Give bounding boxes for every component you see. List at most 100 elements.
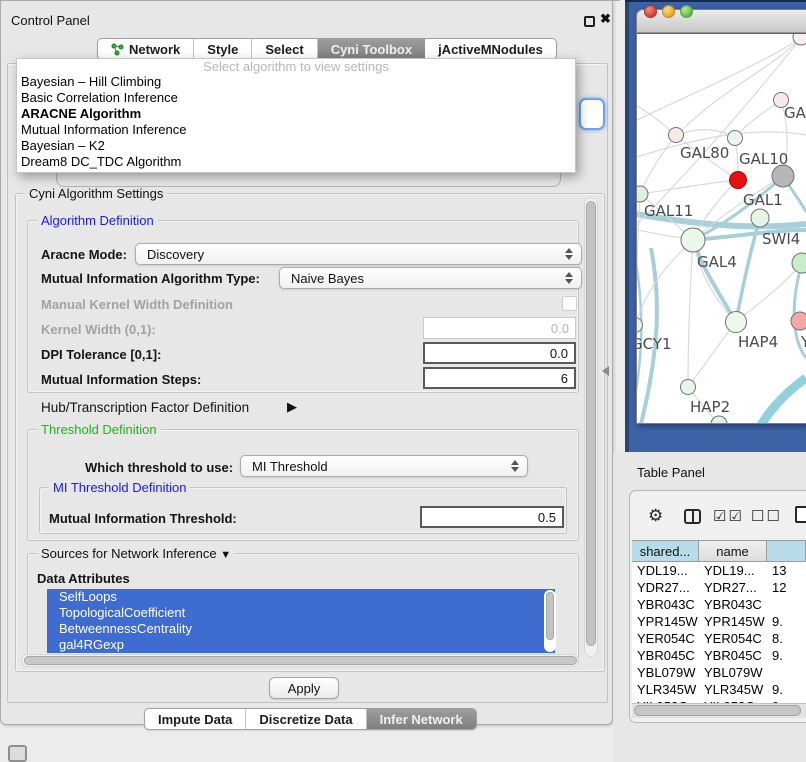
table-row[interactable]: YDR27...YDR27...12 (632, 579, 806, 596)
network-node[interactable] (792, 253, 806, 273)
network-graph (637, 34, 806, 423)
table-cell: 9. (767, 647, 806, 664)
manual-kernel-width-checkbox[interactable] (562, 296, 577, 311)
desktop-edge (625, 0, 806, 2)
attributes-scrollbar-thumb[interactable] (546, 592, 554, 640)
settings-scrollbar-track[interactable] (584, 197, 598, 657)
tab-impute-data[interactable]: Impute Data (145, 709, 246, 729)
network-edge (749, 378, 806, 423)
columns-icon[interactable] (684, 509, 701, 524)
algorithm-option[interactable]: ARACNE Algorithm (17, 106, 575, 122)
kernel-width-field[interactable]: 0.0 (423, 317, 576, 339)
network-node[interactable] (669, 128, 684, 143)
tab-cyni-toolbox[interactable]: Cyni Toolbox (318, 39, 425, 59)
minimized-panel-icon[interactable] (8, 745, 27, 762)
expander-arrow-icon[interactable]: ▶ (287, 399, 297, 415)
document-icon[interactable] (795, 506, 806, 523)
algorithm-option[interactable]: Basic Correlation Inference (17, 90, 575, 106)
tab-style[interactable]: Style (194, 39, 252, 59)
close-traffic-light-icon[interactable] (644, 5, 657, 18)
algorithm-option[interactable]: Mutual Information Inference (17, 122, 575, 138)
apply-button[interactable]: Apply (269, 677, 339, 699)
float-window-icon[interactable] (584, 16, 595, 27)
zoom-traffic-light-icon[interactable] (680, 5, 693, 18)
algorithm-option[interactable]: Bayesian – K2 (17, 138, 575, 154)
settings-hscrollbar-track[interactable] (21, 654, 579, 667)
hub-definition-expander-label[interactable]: Hub/Transcription Factor Definition (41, 400, 249, 415)
settings-hscrollbar-thumb[interactable] (24, 656, 577, 665)
inference-algorithm-combobox-fragment[interactable] (579, 98, 605, 130)
table-cell: YBL079W (699, 664, 767, 681)
table-row[interactable]: YBL079WYBL079W (632, 664, 806, 681)
table-column-header[interactable]: shared... (632, 540, 699, 562)
close-icon[interactable]: ✖ (600, 11, 611, 27)
threshold-definition-title: Threshold Definition (37, 422, 161, 437)
gear-icon[interactable]: ⚙ (648, 506, 663, 526)
deselect-all-columns-icon[interactable]: ☐☐ (751, 507, 782, 525)
mi-threshold-field[interactable]: 0.5 (420, 506, 564, 528)
table-cell: 9. (767, 613, 806, 630)
table-row[interactable]: YDL19...YDL19...13 (632, 562, 806, 579)
table-cell: 13 (767, 562, 806, 579)
tab-style-label: Style (207, 42, 238, 57)
splitter-collapse-arrow[interactable] (602, 366, 609, 376)
table-header-row: shared...name (632, 540, 806, 562)
data-attribute-item-selected[interactable]: gal4RGexp (47, 637, 555, 653)
data-attribute-item-selected[interactable]: TopologicalCoefficient (47, 605, 555, 621)
table-row[interactable]: YBR045CYBR045C9. (632, 647, 806, 664)
algorithm-option[interactable]: Bayesian – Hill Climbing (17, 74, 575, 90)
tab-select[interactable]: Select (252, 39, 317, 59)
primary-tab-bar: Network Style Select Cyni Toolbox jActiv… (97, 38, 557, 60)
table-body: YDL19...YDL19...13YDR27...YDR27...12YBR0… (632, 562, 806, 703)
table-cell: YBR045C (699, 647, 767, 664)
aracne-mode-combobox[interactable]: Discovery (135, 243, 582, 265)
minimize-traffic-light-icon[interactable] (662, 5, 675, 18)
mi-algorithm-type-combobox[interactable]: Naive Bayes (279, 267, 582, 289)
network-node[interactable] (730, 172, 747, 189)
network-node-label: GCY1 (637, 335, 672, 353)
network-node[interactable] (728, 131, 743, 146)
tab-infer-network-label: Infer Network (380, 712, 463, 727)
network-node[interactable] (791, 312, 806, 330)
attributes-scrollbar-track[interactable] (544, 590, 556, 652)
mi-steps-field[interactable]: 6 (423, 367, 576, 389)
network-node[interactable] (772, 165, 794, 187)
select-all-columns-icon[interactable]: ☑☑ (713, 507, 744, 525)
table-cell: 9. (767, 681, 806, 698)
network-canvas[interactable]: GAL80GAL10GALGAL1GAL11SWI4GAL4GCY1HAP4YH… (637, 34, 806, 423)
algorithm-option[interactable]: Dream8 DC_TDC Algorithm (17, 154, 575, 170)
algorithm-dropdown-popup: Select algorithm to view settings Bayesi… (16, 58, 576, 173)
tab-jactivemnodules[interactable]: jActiveMNodules (425, 39, 556, 59)
aracne-mode-value: Discovery (147, 247, 204, 262)
desktop-edge (625, 0, 629, 452)
table-hscrollbar-thumb[interactable] (634, 705, 801, 716)
tab-infer-network[interactable]: Infer Network (367, 709, 476, 729)
network-node[interactable] (681, 228, 705, 252)
network-node[interactable] (751, 209, 769, 227)
table-row[interactable]: YLR345WYLR345W9. (632, 681, 806, 698)
table-column-header[interactable]: name (699, 540, 767, 562)
table-cell: 12 (767, 579, 806, 596)
collapse-arrow-icon[interactable]: ▼ (220, 549, 231, 561)
table-row[interactable]: YER054CYER054C8. (632, 630, 806, 647)
settings-scrollbar-thumb[interactable] (586, 201, 596, 646)
network-node-label: HAP2 (690, 398, 730, 416)
network-node-label: GAL10 (739, 150, 788, 168)
tab-network[interactable]: Network (98, 39, 194, 59)
table-cell: YDL19... (632, 562, 699, 579)
network-node-label: Y (801, 333, 806, 351)
table-cell: 8. (767, 630, 806, 647)
which-threshold-combobox[interactable]: MI Threshold (240, 455, 528, 477)
tab-discretize-data[interactable]: Discretize Data (246, 709, 366, 729)
table-column-header[interactable] (767, 540, 806, 562)
network-node[interactable] (726, 312, 747, 333)
network-edge (688, 322, 736, 387)
data-attribute-item-selected[interactable]: SelfLoops (47, 589, 555, 605)
network-node[interactable] (637, 186, 648, 202)
dpi-tolerance-field[interactable]: 0.0 (423, 342, 576, 364)
network-node[interactable] (681, 380, 696, 395)
data-attribute-item-selected[interactable]: BetweennessCentrality (47, 621, 555, 637)
table-row[interactable]: YPR145WYPR145W9. (632, 613, 806, 630)
algorithm-dropdown-items: Bayesian – Hill ClimbingBasic Correlatio… (17, 74, 575, 170)
table-row[interactable]: YBR043CYBR043C (632, 596, 806, 613)
